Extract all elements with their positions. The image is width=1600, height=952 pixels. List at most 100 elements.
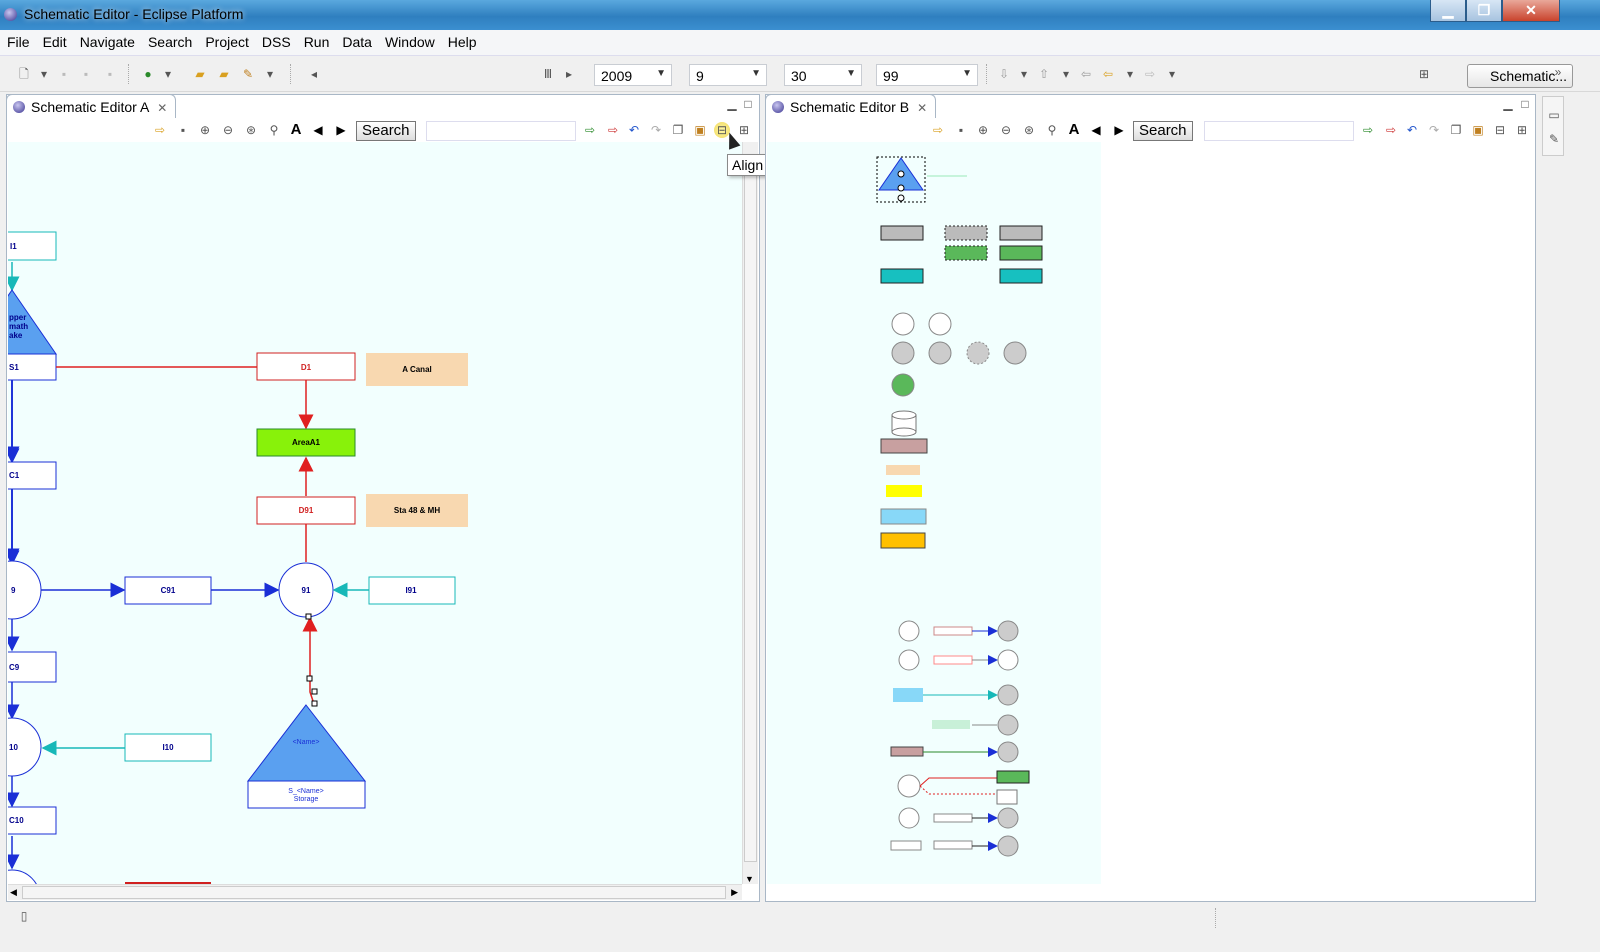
close-button[interactable]: ✕ (1502, 0, 1560, 22)
previous-icon[interactable]: ◀ (1088, 122, 1104, 138)
import-icon[interactable]: ⇨ (152, 122, 168, 138)
menu-help[interactable]: Help (441, 30, 483, 50)
scroll-thumb[interactable] (22, 886, 726, 899)
palette-junction-dashed-symbol[interactable] (966, 341, 990, 365)
fast-view-icon[interactable]: ▯ (16, 908, 32, 924)
dropdown-icon[interactable]: ▾ (1164, 66, 1180, 82)
year-combo[interactable]: 2009 ▼ (594, 64, 672, 86)
align-horizontal-icon[interactable]: ⊞ (736, 122, 752, 138)
tab-schematic-editor-b[interactable]: Schematic Editor B ✕ (765, 94, 937, 118)
palette-junction-gray-symbol[interactable] (928, 341, 952, 365)
menu-run[interactable]: Run (297, 30, 336, 50)
editor-a-horizontal-scrollbar[interactable]: ◀ ▶ (8, 884, 742, 900)
next-annotation-icon[interactable]: ⇩ (996, 66, 1012, 82)
prev-annotation-icon[interactable]: ⇧ (1036, 66, 1052, 82)
search-input[interactable] (426, 121, 576, 141)
dropdown-icon[interactable]: ▾ (160, 66, 176, 82)
zoom-in-icon[interactable]: ⊕ (975, 122, 991, 138)
schematic-canvas-a[interactable]: I1 pper math ake S1 D1 A Canal AreaA1 D9… (8, 142, 742, 884)
open-perspective-icon[interactable]: ⊞ (1416, 66, 1432, 82)
redo-icon[interactable]: ↷ (1426, 122, 1442, 138)
dropdown-icon[interactable]: ▾ (1016, 66, 1032, 82)
align-vertical-icon[interactable]: ⊟ (1492, 122, 1508, 138)
restore-button[interactable]: ❐ (1466, 0, 1502, 22)
import-icon[interactable]: ⇨ (930, 122, 946, 138)
minimize-view-icon[interactable]: ▁ (724, 96, 740, 112)
font-icon[interactable]: A (288, 122, 304, 138)
link-handle[interactable] (311, 700, 318, 707)
palette-junction-symbol[interactable] (891, 312, 915, 336)
minimize-view-icon[interactable]: ▁ (1500, 96, 1516, 112)
menu-navigate[interactable]: Navigate (73, 30, 141, 50)
zoom-out-icon[interactable]: ⊖ (998, 122, 1014, 138)
palette-label-symbol[interactable] (886, 465, 920, 475)
zoom-out-icon[interactable]: ⊖ (220, 122, 236, 138)
tab-schematic-editor-a[interactable]: Schematic Editor A ✕ (6, 94, 177, 118)
palette-orange-label-symbol[interactable] (880, 532, 926, 549)
editor-a-vertical-scrollbar[interactable]: ▼ (742, 142, 758, 884)
menu-project[interactable]: Project (198, 30, 255, 50)
export-icon[interactable]: ⇨ (1383, 122, 1399, 138)
next-icon[interactable]: ▶ (333, 122, 349, 138)
go-icon[interactable]: ⇨ (582, 122, 598, 138)
scroll-left-icon[interactable]: ◀ (10, 887, 17, 898)
schematic-canvas-b[interactable] (767, 142, 1101, 884)
go-icon[interactable]: ⇨ (1360, 122, 1376, 138)
copy-icon[interactable]: ❐ (670, 122, 686, 138)
minimize-button[interactable]: ▁ (1430, 0, 1466, 22)
save-icon[interactable]: ▪ (56, 66, 72, 82)
day-combo[interactable]: 30 ▼ (784, 64, 862, 86)
next-icon[interactable]: ▶ (1111, 122, 1127, 138)
copy-icon[interactable]: ❐ (1448, 122, 1464, 138)
palette-inflow-symbol[interactable] (880, 268, 924, 284)
save-all-icon[interactable]: ▪ (78, 66, 94, 82)
chevron-right-icon[interactable]: » (1550, 64, 1566, 80)
link-handle[interactable] (305, 613, 312, 620)
menu-window[interactable]: Window (378, 30, 441, 50)
tool-icon[interactable]: ✎ (240, 66, 256, 82)
link-handle[interactable] (311, 688, 318, 695)
scroll-right-icon[interactable]: ▸ (561, 66, 577, 82)
zoom-fit-icon[interactable]: ⊛ (243, 122, 259, 138)
search-input[interactable] (1204, 121, 1354, 141)
palette-junction-gray-symbol[interactable] (891, 341, 915, 365)
save-icon[interactable]: ▪ (175, 122, 191, 138)
zoom-in-icon[interactable]: ⊕ (197, 122, 213, 138)
maximize-view-icon[interactable]: □ (1517, 96, 1533, 112)
run-icon[interactable]: ● (140, 66, 156, 82)
scroll-thumb[interactable] (744, 172, 757, 862)
link-handle[interactable] (306, 675, 313, 682)
last-edit-icon[interactable]: ⇦ (1078, 66, 1094, 82)
scroll-down-icon[interactable]: ▼ (745, 874, 754, 884)
scroll-left-icon[interactable]: ◂ (306, 66, 322, 82)
export-icon[interactable]: ⇨ (605, 122, 621, 138)
palette-channel-dashed-symbol[interactable] (944, 225, 988, 241)
close-tab-icon[interactable]: ✕ (157, 101, 167, 115)
palette-channel-symbol[interactable] (880, 225, 924, 241)
palette-inflow-symbol[interactable] (999, 268, 1043, 284)
palette-channel-symbol[interactable] (999, 225, 1043, 241)
dropdown-icon[interactable]: ▾ (262, 66, 278, 82)
font-icon[interactable]: A (1066, 122, 1082, 138)
print-icon[interactable]: ▪ (102, 66, 118, 82)
palette-blue-label-symbol[interactable] (880, 508, 927, 525)
palette-junction-green-symbol[interactable] (891, 373, 915, 397)
paste-icon[interactable]: ▣ (692, 122, 708, 138)
palette-return-symbol[interactable] (880, 438, 928, 454)
palette-demand-symbol[interactable] (999, 245, 1043, 261)
dropdown-icon[interactable]: ▾ (36, 66, 52, 82)
close-tab-icon[interactable]: ✕ (917, 101, 927, 115)
junction-node-bottom[interactable] (8, 869, 40, 884)
search-button[interactable]: Search (356, 121, 416, 141)
forward-icon[interactable]: ⇨ (1142, 66, 1158, 82)
palette-junction-symbol[interactable] (928, 312, 952, 336)
restore-view-icon[interactable]: ▭ (1546, 107, 1562, 123)
zoom-fit-icon[interactable]: ⊛ (1021, 122, 1037, 138)
open-folder-icon[interactable]: ▰ (192, 66, 208, 82)
menu-edit[interactable]: Edit (36, 30, 73, 50)
redo-icon[interactable]: ↷ (648, 122, 664, 138)
month-combo[interactable]: 9 ▼ (689, 64, 767, 86)
magnify-icon[interactable]: ⚲ (1044, 122, 1060, 138)
undo-icon[interactable]: ↶ (1404, 122, 1420, 138)
menu-file[interactable]: File (0, 30, 36, 50)
